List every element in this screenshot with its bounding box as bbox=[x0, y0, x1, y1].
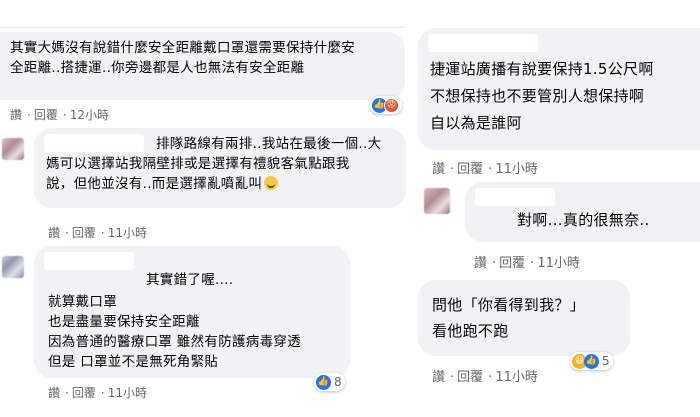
separator: · bbox=[492, 256, 497, 271]
comment-actions: 讚 · 回覆 · 11小時 bbox=[432, 158, 540, 177]
reply-link[interactable]: 回覆 bbox=[457, 162, 483, 177]
comment-actions: 讚 · 回覆 · 11小時 bbox=[48, 384, 149, 401]
like-reaction-icon: 👍 bbox=[584, 353, 599, 369]
comment-text: 說，但他並沒有..而是選擇亂噴亂叫 bbox=[46, 176, 263, 192]
comment-actions: 讚 · 回覆 · 11小時 bbox=[432, 366, 540, 385]
comment-text-line: 其實大媽沒有說錯什麼安全距離戴口罩還需要保持什麼安 bbox=[10, 40, 355, 56]
separator: · bbox=[488, 370, 493, 385]
angry-reaction-icon: 😡 bbox=[384, 97, 399, 113]
reply-link[interactable]: 回覆 bbox=[72, 386, 96, 400]
like-link[interactable]: 讚 bbox=[10, 108, 22, 122]
avatar[interactable] bbox=[424, 188, 450, 214]
reply-link[interactable]: 回覆 bbox=[499, 256, 525, 271]
comment-text-line: 其實錯了喔.... bbox=[146, 272, 234, 288]
author-name-redacted bbox=[44, 134, 144, 152]
reaction-summary[interactable]: 👍 😡 bbox=[370, 96, 402, 114]
comment-text-line: 看他跑不跑 bbox=[432, 322, 509, 340]
like-link[interactable]: 讚 bbox=[432, 162, 445, 177]
like-link[interactable]: 讚 bbox=[432, 370, 445, 385]
column-divider bbox=[410, 0, 412, 417]
like-link[interactable]: 讚 bbox=[48, 226, 60, 240]
grimace-emoji-icon bbox=[264, 176, 279, 190]
reaction-count: 8 bbox=[334, 375, 342, 389]
reply-link[interactable]: 回覆 bbox=[72, 226, 96, 240]
comment-text-line: 就算戴口罩 bbox=[48, 294, 117, 310]
reply-link[interactable]: 回覆 bbox=[34, 108, 58, 122]
comment-bubble: 其實大媽沒有說錯什麼安全距離戴口罩還需要保持什麼安 全距離..搭捷運..你旁邊都… bbox=[0, 32, 405, 100]
reaction-count: 5 bbox=[602, 354, 610, 368]
comment-actions: 讚 · 回覆 · 11小時 bbox=[474, 252, 582, 271]
top-divider bbox=[0, 27, 405, 28]
like-reaction-icon: 👍 bbox=[316, 374, 331, 390]
separator: · bbox=[27, 108, 31, 122]
separator: · bbox=[100, 226, 105, 240]
timestamp[interactable]: 12小時 bbox=[70, 108, 109, 122]
timestamp[interactable]: 11小時 bbox=[108, 386, 147, 400]
author-name-redacted bbox=[44, 252, 134, 270]
timestamp[interactable]: 11小時 bbox=[108, 226, 147, 240]
reaction-summary[interactable]: 👍 8 bbox=[314, 373, 345, 391]
timestamp[interactable]: 11小時 bbox=[537, 256, 580, 271]
comment-actions: 讚 · 回覆 · 11小時 bbox=[48, 224, 149, 241]
comment-text-line: 自以為是誰阿 bbox=[430, 114, 522, 132]
separator: · bbox=[530, 256, 535, 271]
comment-text-line: 全距離..搭捷運..你旁邊都是人也無法有安全距離 bbox=[10, 60, 305, 76]
avatar[interactable] bbox=[2, 138, 24, 160]
comment-text-line: 媽可以選擇站我隔壁排或是選擇有禮貌客氣點跟我 bbox=[46, 156, 350, 172]
comment-bubble: 問他「你看得到我？」 看他跑不跑 bbox=[418, 280, 630, 356]
comment-actions: 讚 · 回覆 · 12小時 bbox=[10, 106, 111, 123]
comment-text-line: 捷運站廣播有說要保持1.5公尺啊 bbox=[430, 60, 654, 78]
separator: · bbox=[62, 108, 67, 122]
avatar[interactable] bbox=[2, 256, 24, 278]
author-name-redacted bbox=[428, 34, 538, 52]
like-link[interactable]: 讚 bbox=[48, 386, 60, 400]
separator: · bbox=[65, 226, 69, 240]
separator: · bbox=[65, 386, 69, 400]
timestamp[interactable]: 11小時 bbox=[495, 370, 538, 385]
separator: · bbox=[450, 162, 455, 177]
comment-text-line: 不想保持也不要管別人想保持啊 bbox=[430, 87, 645, 105]
separator: · bbox=[100, 386, 105, 400]
comment-text-line: 因為普通的醫療口罩 雖然有防護病毒穿透 bbox=[48, 334, 301, 350]
like-link[interactable]: 讚 bbox=[474, 256, 487, 271]
reply-link[interactable]: 回覆 bbox=[457, 370, 483, 385]
timestamp[interactable]: 11小時 bbox=[495, 162, 538, 177]
separator: · bbox=[450, 370, 455, 385]
separator: · bbox=[488, 162, 493, 177]
comment-text-line: 對啊…真的很無奈.. bbox=[517, 211, 650, 229]
reaction-summary[interactable]: 😆 👍 5 bbox=[570, 352, 613, 370]
comment-text-line: 問他「你看得到我？」 bbox=[432, 296, 586, 314]
author-name-redacted bbox=[475, 188, 555, 206]
comment-text-line: 但是 口罩並不是無死角緊貼 bbox=[48, 354, 219, 370]
comment-text-line: 也是盡量要保持安全距離 bbox=[48, 314, 200, 330]
comment-text-line: 說，但他並沒有..而是選擇亂噴亂叫 bbox=[46, 174, 394, 194]
